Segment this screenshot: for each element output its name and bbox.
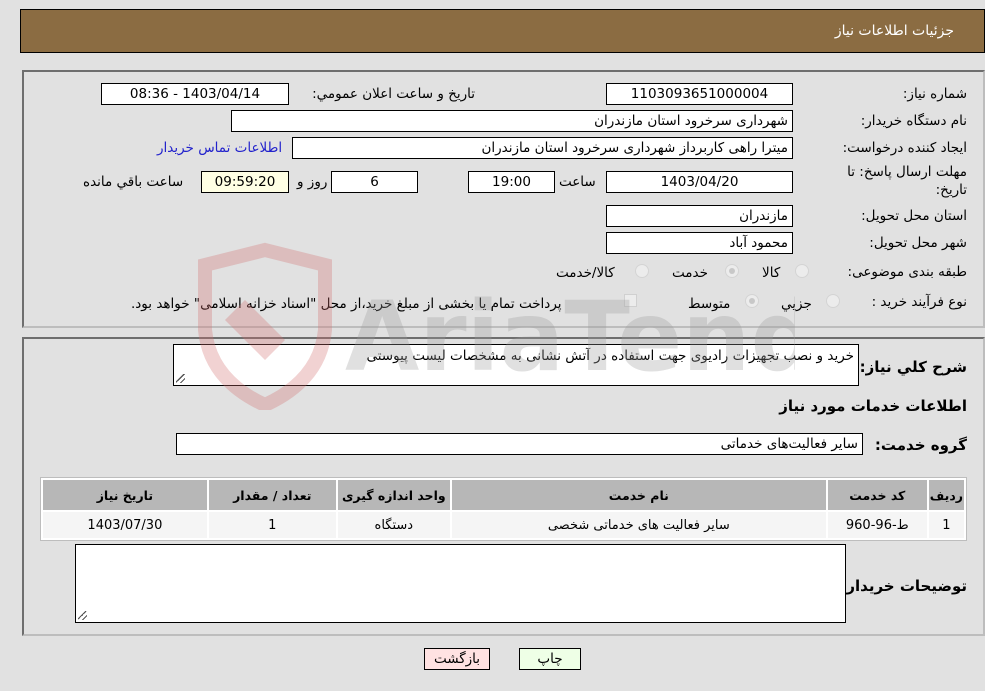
- remaining-time-label: ساعت باقي مانده: [83, 174, 184, 190]
- page-title: جزئیات اطلاعات نیاز: [834, 23, 954, 39]
- requester-label: ایجاد کننده درخواست:: [842, 140, 967, 156]
- category-radio-goods[interactable]: [795, 264, 809, 278]
- need-info-panel: [22, 70, 985, 328]
- purchase-type-radio-medium[interactable]: [745, 294, 759, 308]
- treasury-checkbox[interactable]: [624, 294, 637, 307]
- resize-grip-icon[interactable]: [176, 374, 185, 383]
- deadline-date-field: 1403/04/20: [606, 171, 793, 193]
- cell-row-number: 1: [928, 512, 964, 538]
- deadline-time-label: ساعت: [559, 174, 596, 190]
- service-group-field: سایر فعالیت‌های خدماتی: [176, 433, 863, 455]
- delivery-province-label: استان محل تحویل:: [861, 208, 967, 224]
- cell-service-name: سایر فعالیت های خدماتی شخصی: [451, 512, 826, 538]
- category-radio-service[interactable]: [725, 264, 739, 278]
- announce-datetime-label: تاریخ و ساعت اعلان عمومي:: [312, 86, 475, 102]
- category-label: طبقه بندی موضوعی:: [847, 264, 967, 280]
- page-header: جزئیات اطلاعات نیاز: [20, 9, 985, 53]
- requester-field: میترا راهی کاربرداز شهرداری سرخرود استان…: [292, 137, 793, 159]
- need-number-label: شماره نیاز:: [902, 86, 967, 102]
- cell-unit: دستگاه: [337, 512, 450, 538]
- col-need-date: تاریخ نیاز: [43, 480, 207, 510]
- buyer-notes-textarea[interactable]: [75, 544, 846, 623]
- buyer-notes-label: توضیحات خریدار:: [840, 577, 967, 595]
- remaining-time-field: 09:59:20: [201, 171, 289, 193]
- col-service-name: نام خدمت: [451, 480, 826, 510]
- col-service-code: کد خدمت: [827, 480, 927, 510]
- cell-service-code: ط-96-960: [827, 512, 927, 538]
- description-textarea[interactable]: خرید و نصب تجهیزات رادیوی جهت استفاده در…: [173, 344, 859, 386]
- col-quantity: تعداد / مقدار: [208, 480, 336, 510]
- resize-grip-icon[interactable]: [78, 611, 87, 620]
- deadline-label-2: تاریخ:: [935, 182, 967, 198]
- back-button[interactable]: بازگشت: [424, 648, 490, 670]
- remaining-days-field: 6: [331, 171, 418, 193]
- table-header-row: ردیف کد خدمت نام خدمت واحد اندازه گیری ت…: [43, 480, 964, 510]
- purchase-type-option-minor: جزیي: [781, 296, 812, 312]
- purchase-type-radio-minor[interactable]: [826, 294, 840, 308]
- purchase-type-option-medium: متوسط: [688, 296, 731, 312]
- category-option-service: خدمت: [672, 265, 708, 281]
- buyer-org-field: شهرداری سرخرود استان مازندران: [231, 110, 793, 132]
- category-option-goods-service: کالا/خدمت: [556, 265, 615, 281]
- buyer-contact-link[interactable]: اطلاعات تماس خریدار: [157, 140, 282, 156]
- cell-need-date: 1403/07/30: [43, 512, 207, 538]
- treasury-note: پرداخت تمام یا بخشی از مبلغ خرید،از محل …: [131, 296, 562, 312]
- delivery-city-field: محمود آباد: [606, 232, 793, 254]
- services-table: ردیف کد خدمت نام خدمت واحد اندازه گیری ت…: [40, 477, 967, 541]
- category-radio-goods-service[interactable]: [635, 264, 649, 278]
- services-heading: اطلاعات خدمات مورد نیاز: [779, 397, 967, 415]
- description-text: خرید و نصب تجهیزات رادیوی جهت استفاده در…: [366, 348, 854, 364]
- delivery-province-field: مازندران: [606, 205, 793, 227]
- col-row-number: ردیف: [928, 480, 964, 510]
- deadline-label: مهلت ارسال پاسخ: تا: [847, 164, 967, 180]
- category-option-goods: کالا: [762, 265, 781, 281]
- description-label: شرح كلي نیاز:: [859, 358, 967, 376]
- cell-quantity: 1: [208, 512, 336, 538]
- service-group-label: گروه خدمت:: [874, 436, 967, 454]
- table-row: 1 ط-96-960 سایر فعالیت های خدماتی شخصی د…: [43, 512, 964, 538]
- deadline-time-field: 19:00: [468, 171, 555, 193]
- buyer-org-label: نام دستگاه خریدار:: [860, 113, 967, 129]
- delivery-city-label: شهر محل تحویل:: [869, 235, 967, 251]
- col-unit: واحد اندازه گیری: [337, 480, 450, 510]
- days-label: روز و: [297, 174, 328, 190]
- purchase-type-label: نوع فرآیند خرید :: [871, 294, 967, 310]
- announce-datetime-field: 1403/04/14 - 08:36: [101, 83, 289, 105]
- need-number-field: 1103093651000004: [606, 83, 793, 105]
- print-button[interactable]: چاپ: [519, 648, 581, 670]
